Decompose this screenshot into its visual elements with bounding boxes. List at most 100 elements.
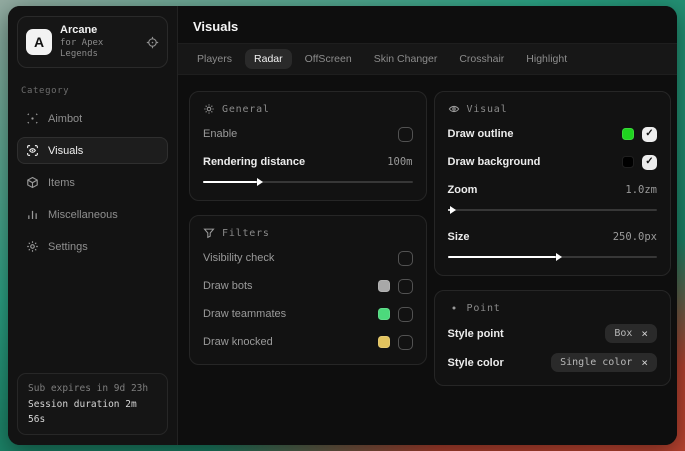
close-icon[interactable]: × (641, 328, 648, 339)
zoom-row: Zoom 1.0zm (448, 181, 658, 199)
draw-teammates-checkbox[interactable] (398, 307, 413, 322)
sidebar-item-aimbot[interactable]: Aimbot (17, 105, 168, 132)
sidebar-item-label: Settings (48, 241, 88, 253)
visual-title-text: Visual (467, 104, 508, 115)
brand-text: Arcane for Apex Legends (60, 24, 138, 60)
sidebar-item-label: Miscellaneous (48, 209, 118, 221)
filters-panel: Filters Visibility check Draw bots (189, 215, 427, 365)
sidebar: A Arcane for Apex Legends Category (8, 6, 178, 445)
draw-teammates-row: Draw teammates (203, 305, 413, 323)
size-slider[interactable] (448, 252, 658, 262)
style-color-tag[interactable]: Single color × (551, 353, 657, 372)
draw-bots-checkbox[interactable] (398, 279, 413, 294)
tab-crosshair[interactable]: Crosshair (450, 49, 513, 69)
brand-card: A Arcane for Apex Legends (17, 16, 168, 68)
tab-offscreen[interactable]: OffScreen (296, 49, 361, 69)
crosshair-icon (26, 112, 39, 125)
draw-knocked-row: Draw knocked (203, 333, 413, 351)
point-panel: Point Style point Box × Style color Sing… (434, 290, 672, 386)
enable-row: Enable (203, 125, 413, 143)
general-title-text: General (222, 104, 270, 115)
zoom-slider[interactable] (448, 205, 658, 215)
size-label: Size (448, 231, 470, 243)
draw-background-label: Draw background (448, 156, 541, 168)
page-title: Visuals (193, 19, 662, 34)
draw-bots-row: Draw bots (203, 277, 413, 295)
zoom-label: Zoom (448, 184, 478, 196)
sidebar-item-items[interactable]: Items (17, 169, 168, 196)
tab-highlight[interactable]: Highlight (517, 49, 576, 69)
sub-expiry-text: Sub expires in 9d 23h (28, 381, 157, 396)
style-point-tag-text: Box (614, 328, 632, 339)
rendering-distance-label: Rendering distance (203, 156, 305, 168)
slider-fill (203, 181, 257, 183)
sun-icon (203, 103, 215, 115)
size-row: Size 250.0px (448, 228, 658, 246)
style-point-label: Style point (448, 328, 504, 340)
enable-label: Enable (203, 128, 237, 140)
draw-bots-label: Draw bots (203, 280, 253, 292)
sidebar-item-label: Visuals (48, 145, 83, 157)
sidebar-item-visuals[interactable]: Visuals (17, 137, 168, 164)
tab-skin-changer[interactable]: Skin Changer (365, 49, 447, 69)
visual-panel-title: Visual (448, 103, 658, 115)
sidebar-item-miscellaneous[interactable]: Miscellaneous (17, 201, 168, 228)
scan-eye-icon (26, 144, 39, 157)
size-value: 250.0px (613, 231, 657, 243)
eye-icon (448, 103, 460, 115)
visibility-check-row: Visibility check (203, 249, 413, 267)
rendering-distance-row: Rendering distance 100m (203, 153, 413, 171)
gear-icon (26, 240, 39, 253)
draw-background-row: Draw background (448, 153, 658, 171)
sidebar-item-settings[interactable]: Settings (17, 233, 168, 260)
rendering-distance-slider[interactable] (203, 177, 413, 187)
target-settings-icon[interactable] (146, 36, 159, 49)
enable-checkbox[interactable] (398, 127, 413, 142)
main-header: Visuals (178, 6, 677, 43)
rendering-distance-value: 100m (387, 156, 412, 168)
sidebar-spacer (17, 260, 168, 373)
draw-bots-color-swatch[interactable] (378, 280, 390, 292)
point-title-text: Point (467, 303, 501, 314)
style-point-row: Style point Box × (448, 324, 658, 343)
visibility-check-label: Visibility check (203, 252, 274, 264)
draw-outline-row: Draw outline (448, 125, 658, 143)
slider-track (448, 209, 658, 211)
subscription-card: Sub expires in 9d 23h Session duration 2… (17, 373, 168, 435)
style-color-row: Style color Single color × (448, 353, 658, 372)
style-color-label: Style color (448, 357, 504, 369)
visibility-check-checkbox[interactable] (398, 251, 413, 266)
draw-background-checkbox[interactable] (642, 155, 657, 170)
app-window: A Arcane for Apex Legends Category (8, 6, 677, 445)
general-panel-title: General (203, 103, 413, 115)
draw-knocked-label: Draw knocked (203, 336, 273, 348)
draw-outline-color-swatch[interactable] (622, 128, 634, 140)
filters-panel-title: Filters (203, 227, 413, 239)
draw-knocked-color-swatch[interactable] (378, 336, 390, 348)
draw-outline-checkbox[interactable] (642, 127, 657, 142)
draw-outline-label: Draw outline (448, 128, 514, 140)
app-logo-letter: A (34, 34, 44, 50)
sidebar-item-label: Aimbot (48, 113, 82, 125)
app-subtitle: for Apex Legends (60, 38, 138, 61)
tab-players[interactable]: Players (188, 49, 241, 69)
left-column: General Enable Rendering distance 100m (189, 91, 427, 365)
draw-background-color-swatch[interactable] (622, 156, 634, 168)
content: General Enable Rendering distance 100m (178, 75, 677, 402)
point-panel-title: Point (448, 302, 658, 314)
app-name: Arcane (60, 24, 138, 38)
close-icon[interactable]: × (641, 357, 648, 368)
slider-fill (448, 256, 557, 258)
zoom-value: 1.0zm (625, 184, 657, 196)
right-column: Visual Draw outline Draw background (434, 91, 672, 386)
category-label: Category (21, 86, 164, 96)
draw-knocked-checkbox[interactable] (398, 335, 413, 350)
style-point-tag[interactable]: Box × (605, 324, 657, 343)
draw-teammates-label: Draw teammates (203, 308, 286, 320)
funnel-icon (203, 227, 215, 239)
draw-teammates-color-swatch[interactable] (378, 308, 390, 320)
tab-bar: Players Radar OffScreen Skin Changer Cro… (178, 43, 677, 75)
filters-title-text: Filters (222, 228, 270, 239)
point-dot-icon (448, 302, 460, 314)
tab-radar[interactable]: Radar (245, 49, 292, 69)
